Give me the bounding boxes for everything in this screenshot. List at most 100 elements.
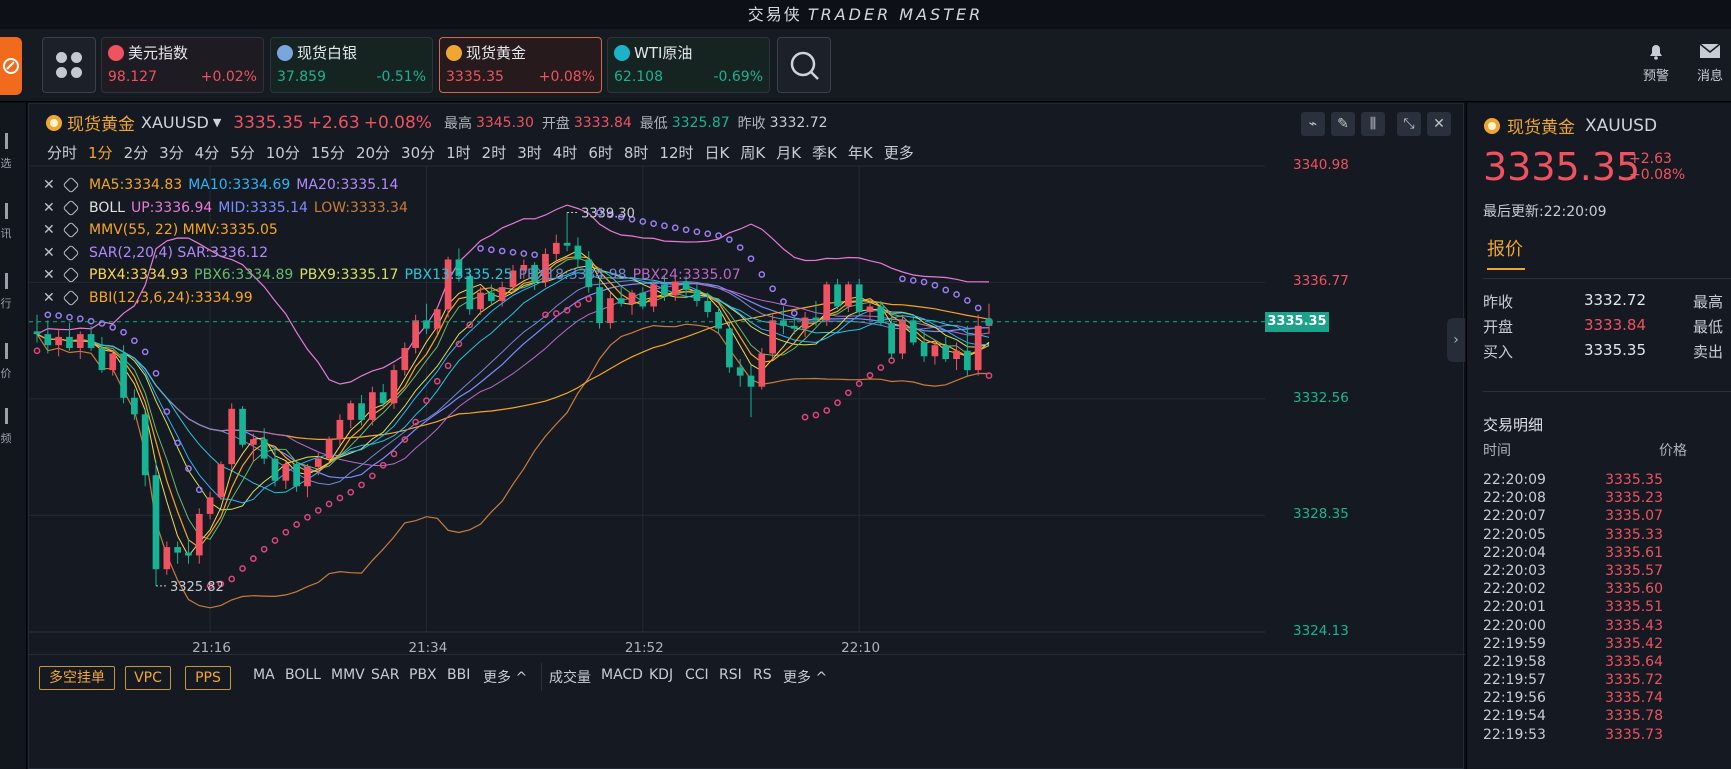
quote-card[interactable]: 现货白银 37.859 -0.51% [270,37,433,93]
period-tab[interactable]: 5分 [230,142,255,163]
quote-panel: 现货黄金 XAUUSD 3335.35 +2.63 +0.08% 最后更新:22… [1466,103,1731,769]
period-tab[interactable]: 12时 [659,142,693,163]
sar-dot [953,291,960,298]
pencil-icon[interactable]: ✎ [1331,112,1355,136]
left-nav-item[interactable]: 行 [0,273,12,311]
left-nav-label: 选 [0,157,12,170]
candle-body [228,408,236,465]
candle-body [769,320,776,354]
period-tab[interactable]: 2分 [124,142,149,163]
settings-icon[interactable] [62,199,80,217]
main-indicator-button[interactable]: MA [253,667,275,683]
overlay-toggle-button[interactable]: 多空挂单 [39,666,115,690]
collapse-icon[interactable]: ⤡ [1397,112,1421,136]
price-axis-label: 3324.13 [1293,623,1349,639]
period-tab[interactable]: 分时 [47,142,77,163]
chart-symbol-code[interactable]: XAUUSD [141,113,209,132]
left-nav-item[interactable]: 频 [0,408,12,446]
overlay-toggle-button[interactable]: VPC [125,666,171,690]
main-indicator-button[interactable]: SAR [371,667,399,683]
main-indicator-button[interactable]: BOLL [285,667,321,683]
sub-indicator-button[interactable]: RSI [719,667,742,683]
trade-row: 22:20:03 3335.57 [1483,563,1663,581]
period-tab[interactable]: 4分 [195,142,220,163]
price-axis-label: 3328.35 [1293,506,1349,523]
period-tab[interactable]: 15分 [311,142,345,163]
sar-dot [228,575,236,583]
period-tab[interactable]: 4时 [553,142,578,163]
trade-time: 22:20:01 [1483,599,1546,616]
period-tab[interactable]: 1时 [446,142,471,163]
candle-type-icon[interactable]: ⫼ [1361,112,1385,136]
close-icon[interactable]: ✕ [43,200,57,216]
main-indicator-button[interactable]: PBX [409,667,437,683]
tab-quote[interactable]: 报价 [1487,235,1523,261]
indicator-bar: 多空挂单 VPC PPS MA BOLL MMV SAR PBX BBI 更多 ^ 成交量 MACD K… [29,654,1465,694]
sub-indicator-button[interactable]: MACD [601,667,643,683]
close-icon[interactable]: ✕ [43,290,57,306]
sar-dot [801,413,809,421]
indicator-value: LOW:3333.34 [313,199,408,216]
period-tab[interactable]: 1分 [88,142,113,163]
settings-icon[interactable] [62,244,80,262]
sub-indicator-button[interactable]: 更多 ^ [783,667,827,687]
quote-card[interactable]: 现货黄金 3335.35 +0.08% [439,37,602,93]
period-tab[interactable]: 季K [812,142,837,163]
period-tab[interactable]: 3时 [517,142,542,163]
sub-indicator-button[interactable]: 成交量 [549,667,591,687]
period-tab[interactable]: 更多 [884,142,914,163]
close-icon[interactable]: ✕ [43,245,57,261]
settings-icon[interactable] [62,176,80,194]
quote-card[interactable]: 美元指数 98.127 +0.02% [101,37,264,93]
trade-price: 3335.60 [1605,581,1663,598]
overlay-toggle-button[interactable]: PPS [185,666,231,690]
left-nav-item[interactable]: 价 [0,343,12,381]
period-tab[interactable]: 20分 [356,142,390,163]
settings-icon[interactable] [62,221,80,239]
trade-row: 22:19:59 3335.42 [1483,636,1663,654]
app-logo[interactable] [0,37,22,95]
main-indicator-button[interactable]: 更多 ^ [483,667,527,687]
sub-indicator-button[interactable]: KDJ [649,667,673,683]
main-indicator-button[interactable]: BBI [447,667,470,683]
period-tab[interactable]: 周K [740,142,765,163]
period-tab[interactable]: 8时 [624,142,649,163]
trade-time: 22:19:54 [1483,708,1546,725]
quote-card[interactable]: WTI原油 62.108 -0.69% [607,37,770,93]
period-tab[interactable]: 30分 [401,142,435,163]
chevron-down-icon[interactable]: ▼ [213,116,221,129]
apps-grid-button[interactable] [42,37,96,93]
chart-symbol-name[interactable]: 现货黄金 [67,110,135,135]
left-nav-item[interactable]: 讯 [0,203,12,241]
period-tab[interactable]: 6时 [588,142,613,163]
period-tab[interactable]: 2时 [482,142,507,163]
trade-time: 22:20:08 [1483,490,1546,507]
sub-indicator-button[interactable]: CCI [685,667,709,683]
period-tab[interactable]: 年K [848,142,873,163]
indicator-row: ✕ MA5:3334.83 MA10:3334.69 MA20:3335.14 [43,174,747,197]
close-icon[interactable]: ✕ [43,267,57,283]
period-tab[interactable]: 日K [705,142,730,163]
close-icon[interactable]: ✕ [1427,112,1451,136]
alert-button[interactable]: 预警 [1636,41,1676,84]
period-tab[interactable]: 3分 [159,142,184,163]
period-tab[interactable]: 10分 [266,142,300,163]
message-button[interactable]: 消息 [1690,41,1730,84]
settings-icon[interactable] [62,266,80,284]
expand-panel-icon[interactable]: › [1447,318,1465,362]
trade-row: 22:20:09 3335.35 [1483,472,1663,490]
search-button[interactable] [777,37,831,93]
line-tool-icon[interactable]: ⌁ [1301,112,1325,136]
left-nav-item[interactable]: 选 [0,133,12,171]
sar-dot [974,304,982,312]
price-axis-label: 3332.56 [1293,389,1349,406]
sub-indicator-button[interactable]: RS [753,667,772,683]
settings-icon[interactable] [62,289,80,307]
candle-body [747,375,755,387]
main-indicator-button[interactable]: MMV [331,667,365,683]
close-icon[interactable]: ✕ [43,222,57,238]
period-tab[interactable]: 月K [776,142,801,163]
indicator-value: PBX9:3335.17 [299,267,399,284]
quote-change-pct: +0.08% [1629,167,1686,183]
close-icon[interactable]: ✕ [43,177,57,193]
